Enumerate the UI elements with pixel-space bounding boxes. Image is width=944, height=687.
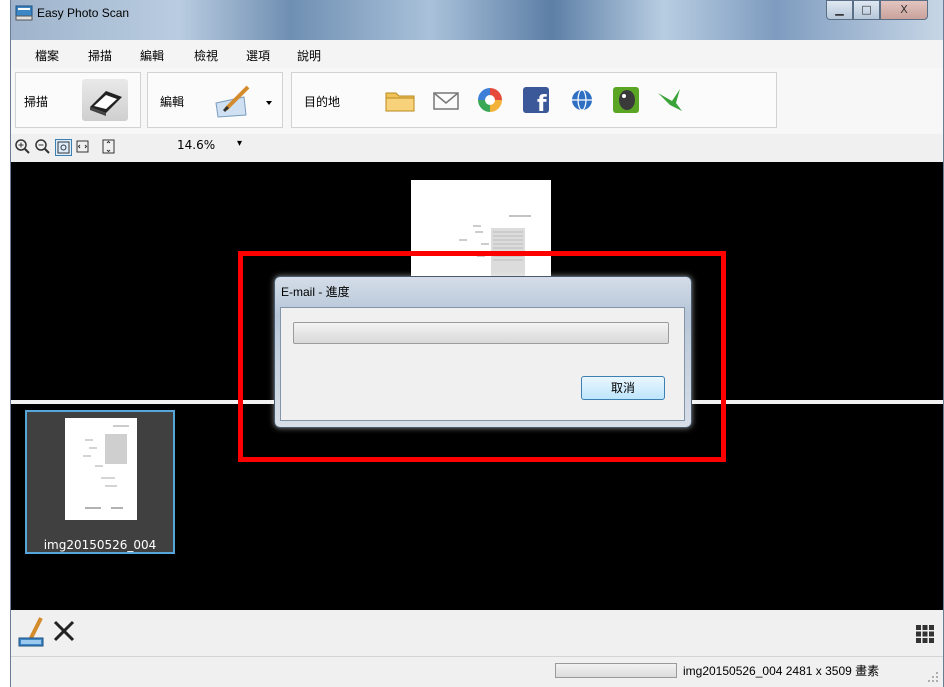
hummingbird-button[interactable] [650, 81, 690, 119]
thumbnail-item[interactable]: img20150526_004 [25, 410, 175, 554]
menu-file[interactable]: 檔案 [35, 47, 59, 64]
status-bar: img20150526_004 2481 x 3509 畫素 [11, 656, 943, 687]
zoom-in-icon[interactable] [15, 139, 30, 154]
scan-button[interactable] [82, 79, 128, 121]
facebook-icon: f [523, 87, 549, 117]
edit-group: 編輯 [147, 72, 283, 128]
delete-icon[interactable] [51, 618, 77, 644]
evernote-button[interactable] [606, 81, 646, 119]
mail-icon [433, 92, 459, 110]
email-button[interactable] [426, 81, 466, 119]
edit-pen-icon [215, 85, 272, 118]
picasa-button[interactable] [470, 81, 510, 119]
thumbnail-name: img20150526_004 [43, 538, 157, 552]
edit-button[interactable] [210, 79, 278, 121]
fit-page-icon[interactable] [55, 139, 72, 156]
folder-icon [385, 92, 415, 112]
scan-label: 掃描 [24, 95, 49, 109]
web-icon [572, 89, 592, 111]
zoom-dropdown-icon[interactable]: ▾ [237, 138, 242, 149]
maximize-button[interactable]: □ [853, 0, 880, 20]
menu-scan[interactable]: 掃描 [88, 47, 112, 64]
picasa-icon [478, 88, 502, 112]
edit-name-icon[interactable] [17, 616, 47, 648]
menu-edit[interactable]: 編輯 [140, 47, 164, 64]
scanner-icon [90, 91, 122, 116]
web-button[interactable] [562, 81, 602, 119]
fit-height-icon[interactable] [101, 139, 116, 154]
menu-view[interactable]: 檢視 [194, 47, 218, 64]
minimize-button[interactable]: ▁ [826, 0, 853, 20]
folder-button[interactable] [380, 81, 420, 119]
facebook-button[interactable]: f [516, 81, 556, 119]
hummingbird-icon [658, 89, 682, 111]
status-text: img20150526_004 2481 x 3509 畫素 [683, 664, 880, 678]
app-scanner-icon [15, 5, 33, 21]
highlight-box [238, 251, 726, 462]
edit-label: 編輯 [160, 95, 185, 109]
close-button[interactable]: X [880, 0, 928, 20]
zoom-value[interactable]: 14.6% [177, 138, 215, 152]
destination-label: 目的地 [304, 95, 341, 109]
menu-options[interactable]: 選項 [246, 47, 270, 64]
menu-bar: 檔案 掃描 編輯 檢視 選項 說明 [11, 40, 943, 69]
toolbar: 掃描 編輯 目的地 f [11, 68, 943, 134]
bottom-bar [11, 610, 943, 656]
window-title: Easy Photo Scan [37, 6, 130, 20]
evernote-icon [613, 87, 639, 113]
thumbnail-image [65, 418, 137, 520]
svg-text:f: f [537, 92, 547, 117]
destination-group: 目的地 f [291, 72, 777, 128]
fit-width-icon[interactable] [75, 139, 90, 154]
zoom-bar: 14.6% ▾ [11, 134, 943, 161]
resize-grip-icon[interactable] [927, 671, 939, 683]
grid-view-icon[interactable] [915, 624, 935, 644]
title-bar: Easy Photo Scan ▁ □ X [11, 0, 943, 40]
status-progress-bar [555, 663, 677, 678]
menu-help[interactable]: 說明 [297, 47, 321, 64]
zoom-out-icon[interactable] [35, 139, 50, 154]
scan-group: 掃描 [15, 72, 141, 128]
